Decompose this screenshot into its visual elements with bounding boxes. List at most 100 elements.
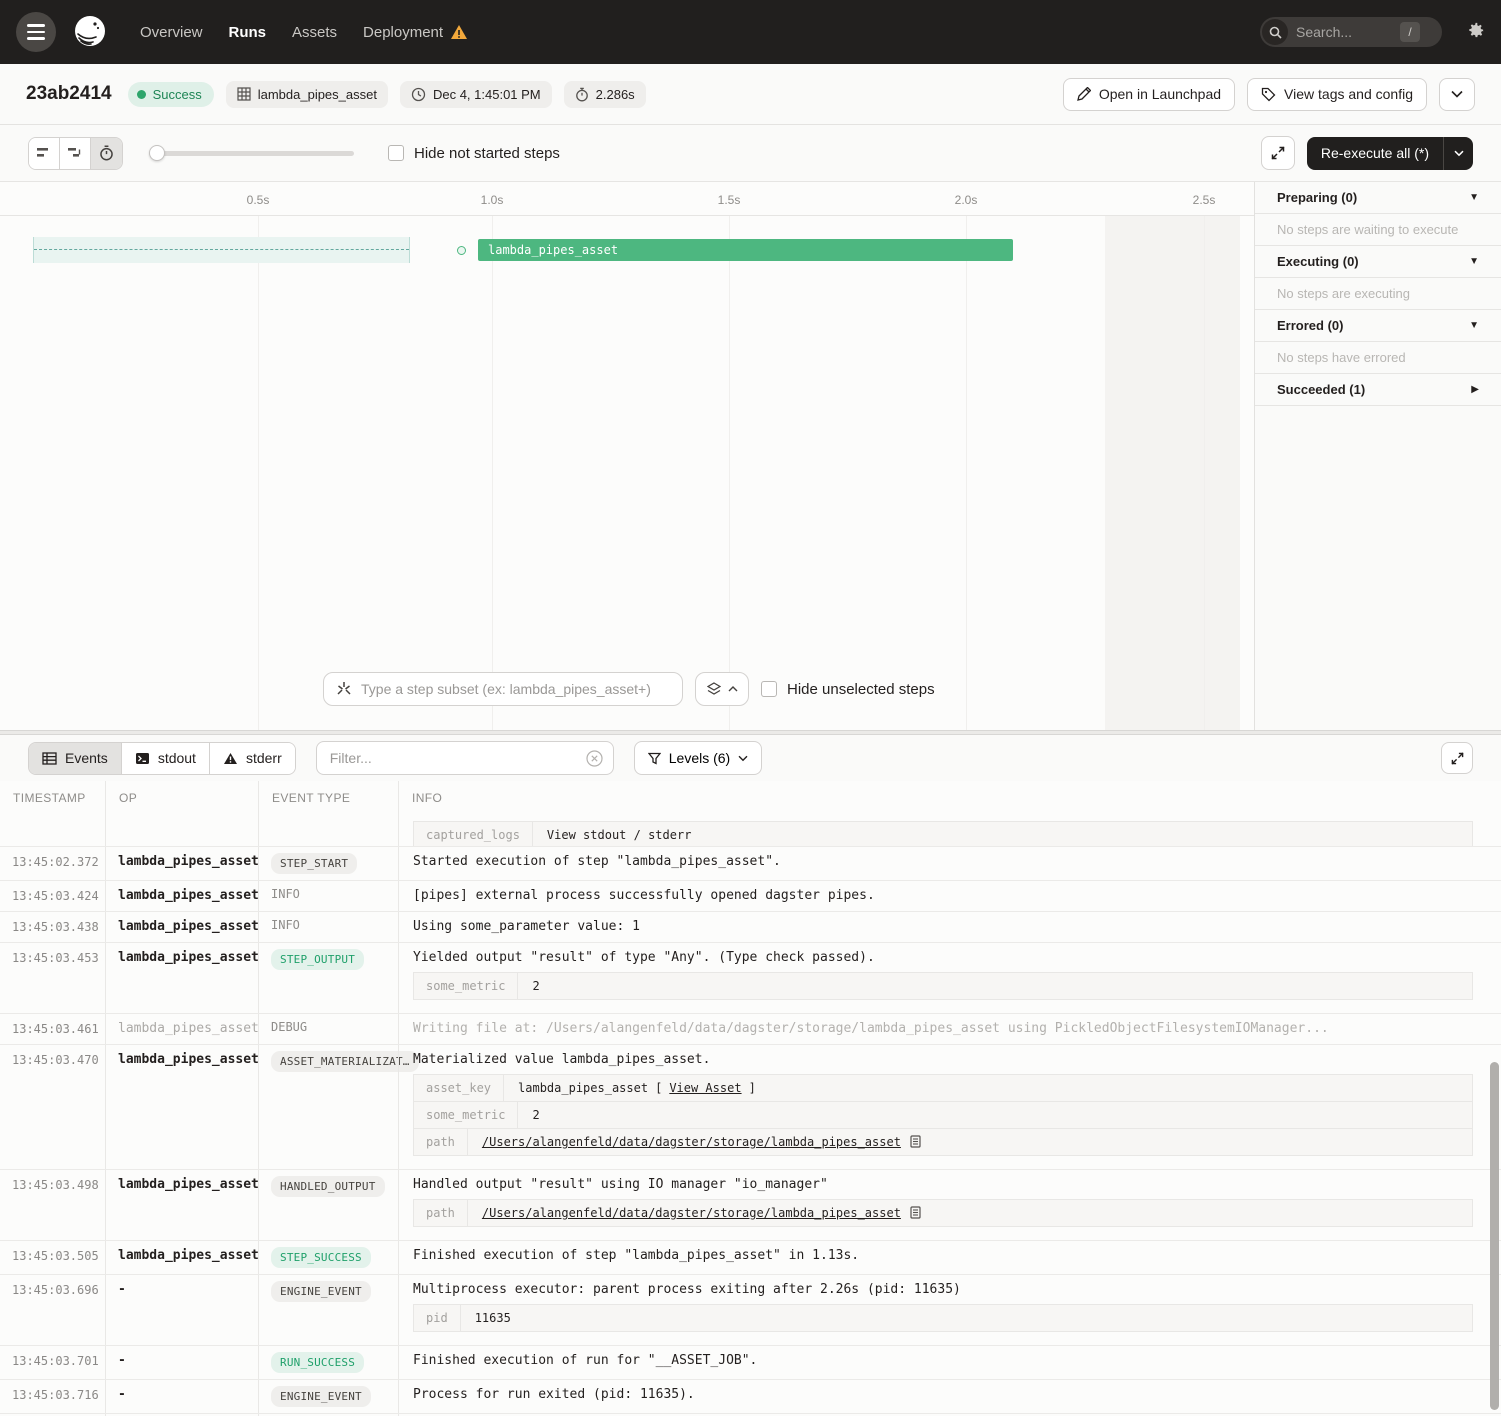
tab-events[interactable]: Events: [29, 743, 122, 774]
event-row[interactable]: 13:45:03.470lambda_pipes_assetASSET_MATE…: [0, 1045, 1501, 1170]
event-op: lambda_pipes_asset: [105, 1014, 258, 1044]
reexecute-all-button[interactable]: Re-execute all (*): [1307, 137, 1473, 170]
view-mode-timed-icon[interactable]: [91, 138, 122, 169]
metadata-link[interactable]: /Users/alangenfeld/data/dagster/storage/…: [482, 1135, 901, 1149]
copy-icon[interactable]: [908, 1206, 921, 1220]
vertical-scrollbar[interactable]: [1490, 1062, 1499, 1410]
axis-tick: 2.5s: [1193, 193, 1216, 207]
event-row[interactable]: 13:45:03.438lambda_pipes_assetINFOUsing …: [0, 912, 1501, 943]
run-actions-dropdown-button[interactable]: [1439, 78, 1475, 111]
event-row[interactable]: 13:45:03.498lambda_pipes_assetHANDLED_OU…: [0, 1170, 1501, 1241]
event-row[interactable]: captured_logsView stdout / stderr: [0, 814, 1501, 847]
event-row[interactable]: 13:45:03.424lambda_pipes_assetINFO[pipes…: [0, 881, 1501, 912]
event-type: STEP_START: [258, 847, 398, 880]
event-op: lambda_pipes_asset: [105, 1241, 258, 1274]
event-type: DEBUG: [258, 1014, 398, 1044]
event-row[interactable]: 13:45:02.372lambda_pipes_assetSTEP_START…: [0, 847, 1501, 881]
event-type: ENGINE_EVENT: [258, 1275, 398, 1345]
gantt-fullscreen-button[interactable]: [1261, 136, 1295, 170]
chevron-down-icon: [1451, 90, 1463, 98]
metadata-link[interactable]: /Users/alangenfeld/data/dagster/storage/…: [482, 1206, 901, 1220]
job-name-tag[interactable]: lambda_pipes_asset: [226, 81, 388, 108]
pencil-icon: [1077, 87, 1091, 101]
sidebar-empty-text: No steps are executing: [1255, 278, 1501, 310]
copy-icon[interactable]: [908, 1135, 921, 1149]
view-mode-flat-icon[interactable]: [29, 138, 60, 169]
metadata-text: [: [655, 1081, 662, 1095]
event-info: [pipes] external process successfully op…: [398, 881, 1501, 911]
metadata-text: 11635: [475, 1311, 511, 1325]
sidebar-empty-text: No steps are waiting to execute: [1255, 214, 1501, 246]
event-type: ASSET_MATERIALIZAT…: [258, 1045, 398, 1169]
gantt-bar-lambda-pipes-asset[interactable]: lambda_pipes_asset: [478, 239, 1013, 261]
gantt-zoom-slider[interactable]: [149, 145, 354, 161]
global-search[interactable]: /: [1260, 17, 1442, 47]
metadata-row: path/Users/alangenfeld/data/dagster/stor…: [414, 1200, 1472, 1226]
primary-nav: Overview Runs Assets Deployment: [140, 24, 468, 41]
axis-tick: 2.0s: [955, 193, 978, 207]
metadata-text: ]: [749, 1081, 756, 1095]
tab-stderr[interactable]: stderr: [210, 743, 295, 774]
log-fullscreen-button[interactable]: [1441, 742, 1473, 774]
event-info-text: Using some_parameter value: 1: [413, 919, 1487, 934]
event-metadata-table: pid11635: [413, 1304, 1473, 1332]
event-row[interactable]: 13:45:03.505lambda_pipes_assetSTEP_SUCCE…: [0, 1241, 1501, 1275]
checkbox-icon[interactable]: [388, 145, 404, 161]
open-in-launchpad-button[interactable]: Open in Launchpad: [1063, 78, 1235, 111]
sidebar-section-executing[interactable]: Executing (0)▼: [1255, 246, 1501, 278]
log-toolbar: Events stdout stderr Levels (6): [0, 735, 1501, 781]
event-row[interactable]: 13:45:03.696-ENGINE_EVENTMultiprocess ex…: [0, 1275, 1501, 1346]
metadata-value: 2: [518, 973, 553, 999]
event-row[interactable]: 13:45:03.461lambda_pipes_assetDEBUGWriti…: [0, 1014, 1501, 1045]
event-row[interactable]: 13:45:03.701-RUN_SUCCESSFinished executi…: [0, 1346, 1501, 1380]
levels-dropdown-button[interactable]: Levels (6): [634, 741, 762, 775]
log-filter-input[interactable]: [330, 750, 578, 766]
status-badge: Success: [128, 82, 214, 107]
hide-unselected-checkbox[interactable]: Hide unselected steps: [761, 681, 935, 698]
event-row[interactable]: 13:45:03.453lambda_pipes_assetSTEP_OUTPU…: [0, 943, 1501, 1014]
reexecute-dropdown-caret[interactable]: [1443, 137, 1473, 170]
metadata-value: /Users/alangenfeld/data/dagster/storage/…: [468, 1129, 935, 1155]
event-row[interactable]: 13:45:03.716-ENGINE_EVENTProcess for run…: [0, 1380, 1501, 1414]
event-timestamp: 13:45:03.453: [0, 943, 105, 1013]
hamburger-menu-button[interactable]: [16, 12, 56, 52]
step-subset-input[interactable]: [361, 681, 670, 697]
metadata-row: some_metric2: [414, 973, 1472, 999]
clear-filter-icon[interactable]: [586, 750, 603, 767]
event-type-badge: HANDLED_OUTPUT: [271, 1176, 385, 1197]
log-filter[interactable]: [316, 741, 614, 775]
event-metadata-table: path/Users/alangenfeld/data/dagster/stor…: [413, 1199, 1473, 1227]
event-type: STEP_OUTPUT: [258, 943, 398, 1013]
gantt-chart: 0.5s 1.0s 1.5s 2.0s 2.5s lambda_pipes_as…: [0, 182, 1255, 730]
metadata-key: captured_logs: [414, 822, 533, 847]
view-tags-config-button[interactable]: View tags and config: [1247, 78, 1427, 111]
collapse-steps-button[interactable]: [695, 672, 749, 706]
slider-thumb[interactable]: [149, 145, 165, 161]
checkbox-icon[interactable]: [761, 681, 777, 697]
search-input[interactable]: [1296, 24, 1392, 40]
table-icon: [42, 752, 57, 765]
nav-deployment[interactable]: Deployment: [363, 24, 468, 41]
event-op: [105, 814, 258, 847]
step-graph-icon: [336, 681, 352, 697]
terminal-icon: [135, 752, 150, 765]
view-asset-link[interactable]: View Asset: [669, 1081, 741, 1095]
hide-not-started-checkbox[interactable]: Hide not started steps: [388, 145, 560, 162]
event-type-badge: ENGINE_EVENT: [271, 1281, 371, 1302]
nav-runs[interactable]: Runs: [229, 24, 267, 41]
tab-stdout[interactable]: stdout: [122, 743, 210, 774]
settings-gear-icon[interactable]: [1466, 21, 1485, 43]
run-header: 23ab2414 Success lambda_pipes_asset Dec …: [0, 64, 1501, 125]
event-type-badge: ENGINE_EVENT: [271, 1386, 371, 1407]
dagster-logo-icon[interactable]: [70, 12, 110, 52]
step-subset-filter[interactable]: [323, 672, 683, 706]
event-timestamp: 13:45:03.701: [0, 1346, 105, 1379]
sidebar-section-errored[interactable]: Errored (0)▼: [1255, 310, 1501, 342]
expand-icon: [1451, 752, 1464, 765]
nav-assets[interactable]: Assets: [292, 24, 337, 41]
view-mode-waterfall-icon[interactable]: [60, 138, 91, 169]
sidebar-section-succeeded[interactable]: Succeeded (1)▶: [1255, 374, 1501, 406]
nav-overview[interactable]: Overview: [140, 24, 203, 41]
axis-tick: 1.5s: [718, 193, 741, 207]
sidebar-section-preparing[interactable]: Preparing (0)▼: [1255, 182, 1501, 214]
